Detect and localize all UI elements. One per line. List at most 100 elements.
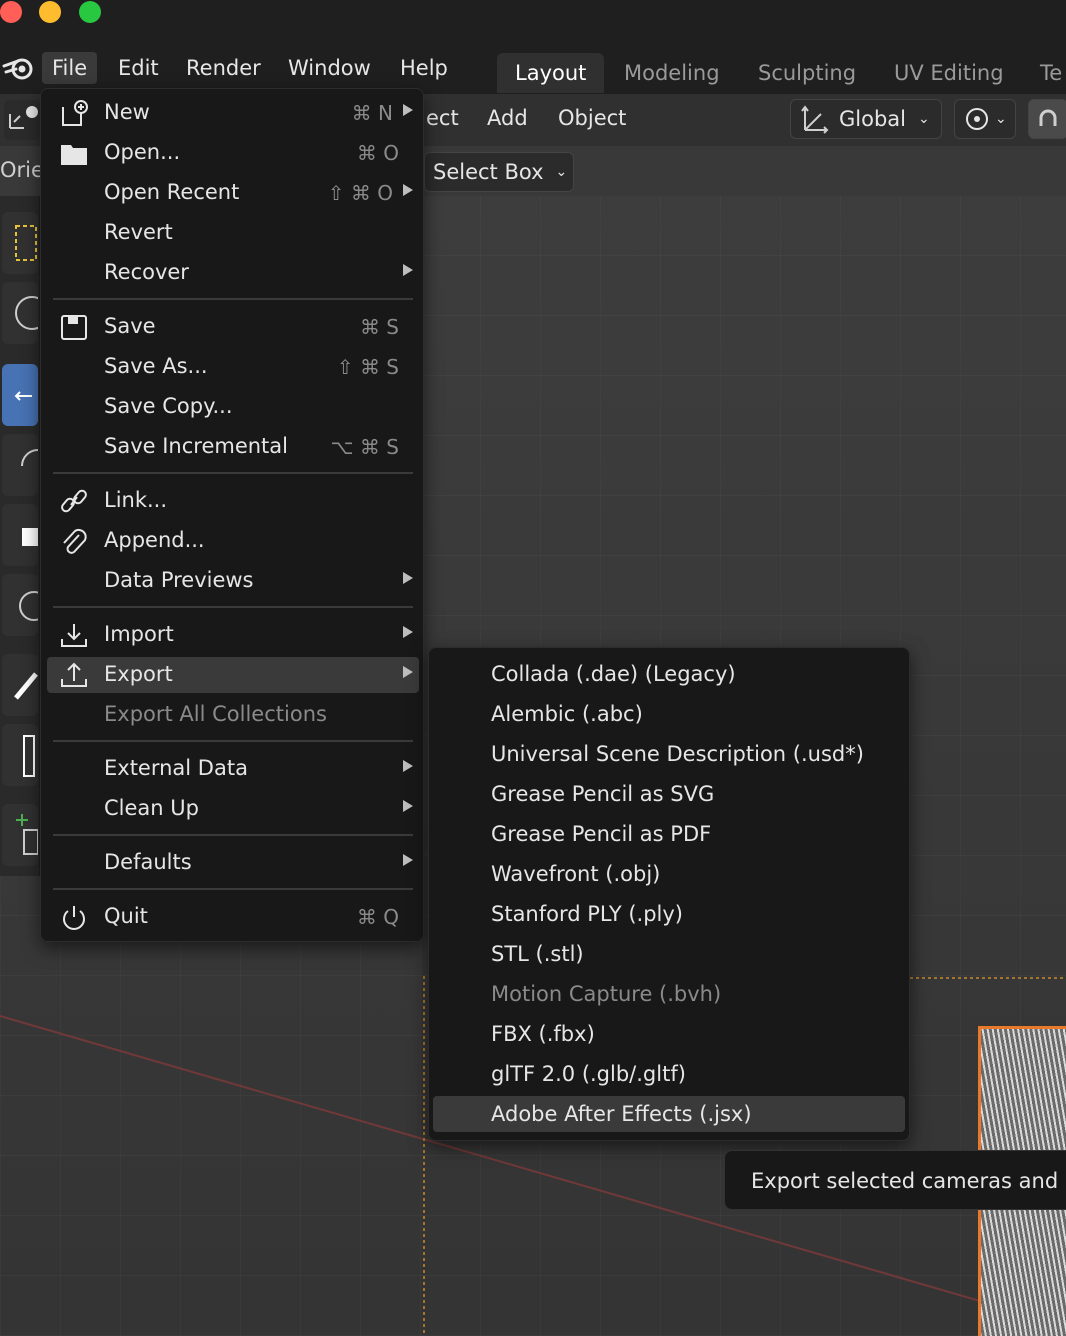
ruler-icon	[23, 735, 35, 777]
menu-file[interactable]: File	[42, 52, 98, 84]
menu-item-revert[interactable]: Revert	[47, 215, 419, 251]
menu-window[interactable]: Window	[278, 52, 381, 84]
menu-item-new[interactable]: New ⌘ N	[47, 95, 419, 131]
transform-orientation-label: Global	[839, 107, 906, 131]
menu-item-save-copy[interactable]: Save Copy...	[47, 389, 419, 425]
export-item-fbx[interactable]: FBX (.fbx)	[433, 1016, 905, 1052]
tab-uv-editing[interactable]: UV Editing	[876, 53, 1022, 93]
menu-separator	[53, 472, 413, 474]
menu-item-label: Link...	[104, 488, 168, 512]
export-item-label: FBX (.fbx)	[491, 1022, 595, 1046]
menu-help[interactable]: Help	[390, 52, 458, 84]
header-object-menu[interactable]: Object	[558, 106, 626, 130]
tab-modeling[interactable]: Modeling	[606, 53, 738, 93]
pivot-point-dropdown[interactable]: ⌄	[954, 99, 1016, 139]
tab-layout[interactable]: Layout	[497, 53, 605, 93]
scale-icon	[22, 528, 38, 546]
menu-item-recover[interactable]: Recover	[47, 255, 419, 291]
menu-item-data-previews[interactable]: Data Previews	[47, 563, 419, 599]
export-item-label: Stanford PLY (.ply)	[491, 902, 683, 926]
maximize-window-button[interactable]	[79, 1, 101, 23]
move-tool[interactable]	[2, 364, 38, 426]
export-item-usd[interactable]: Universal Scene Description (.usd*)	[433, 736, 905, 772]
export-item-grease-pencil-svg[interactable]: Grease Pencil as SVG	[433, 776, 905, 812]
export-item-label: Wavefront (.obj)	[491, 862, 661, 886]
new-file-icon	[62, 100, 88, 126]
menu-item-defaults[interactable]: Defaults	[47, 845, 419, 881]
select-mode-label: Select Box	[433, 160, 544, 184]
submenu-arrow-icon	[403, 854, 413, 866]
blender-logo-icon[interactable]	[2, 52, 36, 84]
menu-item-label: Revert	[104, 220, 173, 244]
menu-separator	[53, 740, 413, 742]
tool-shelf	[0, 196, 49, 876]
submenu-arrow-icon	[403, 572, 413, 584]
submenu-arrow-icon	[403, 264, 413, 276]
menu-item-label: Clean Up	[104, 796, 199, 820]
export-item-grease-pencil-pdf[interactable]: Grease Pencil as PDF	[433, 816, 905, 852]
minimize-window-button[interactable]	[39, 1, 61, 23]
menu-item-quit[interactable]: Quit ⌘ Q	[47, 899, 419, 935]
submenu-arrow-icon	[403, 666, 413, 678]
menu-item-external-data[interactable]: External Data	[47, 751, 419, 787]
export-item-gltf[interactable]: glTF 2.0 (.glb/.gltf)	[433, 1056, 905, 1092]
export-item-wavefront[interactable]: Wavefront (.obj)	[433, 856, 905, 892]
menu-item-label: New	[104, 100, 150, 124]
scale-tool[interactable]	[2, 504, 38, 566]
menu-item-export[interactable]: Export	[47, 657, 419, 693]
export-item-collada[interactable]: Collada (.dae) (Legacy)	[433, 656, 905, 692]
paperclip-icon	[63, 528, 87, 554]
menu-item-export-all-collections[interactable]: Export All Collections	[47, 697, 419, 733]
menu-item-open-recent[interactable]: Open Recent ⇧ ⌘ O	[47, 175, 419, 211]
menu-item-shortcut: ⇧ ⌘ O	[327, 181, 393, 205]
menu-separator	[53, 606, 413, 608]
menu-item-save[interactable]: Save ⌘ S	[47, 309, 419, 345]
rotate-icon	[21, 449, 39, 467]
header-add-menu[interactable]: Add	[487, 106, 528, 130]
export-item-stanford-ply[interactable]: Stanford PLY (.ply)	[433, 896, 905, 932]
pivot-point-icon	[961, 104, 995, 134]
menu-item-import[interactable]: Import	[47, 617, 419, 653]
menu-edit[interactable]: Edit	[108, 52, 169, 84]
export-item-motion-capture[interactable]: Motion Capture (.bvh)	[433, 976, 905, 1012]
menu-item-label: Import	[104, 622, 174, 646]
menu-item-link[interactable]: Link...	[47, 483, 419, 519]
editor-type-icon[interactable]	[4, 100, 40, 140]
measure-tool[interactable]	[2, 724, 38, 786]
menu-item-label: Data Previews	[104, 568, 254, 592]
orientation-label: Orie	[0, 158, 44, 182]
submenu-arrow-icon	[403, 184, 413, 196]
export-item-after-effects[interactable]: Adobe After Effects (.jsx)	[433, 1096, 905, 1132]
menu-item-open[interactable]: Open... ⌘ O	[47, 135, 419, 171]
menu-item-clean-up[interactable]: Clean Up	[47, 791, 419, 827]
select-box-tool[interactable]	[2, 212, 38, 274]
menu-render[interactable]: Render	[176, 52, 271, 84]
cursor-icon	[15, 296, 49, 330]
header-select-menu[interactable]: ect	[426, 106, 459, 130]
menu-item-shortcut: ⌘ Q	[356, 905, 399, 929]
rotate-tool[interactable]	[2, 434, 39, 496]
menu-item-label: Defaults	[104, 850, 192, 874]
menu-item-label: Save	[104, 314, 156, 338]
menu-item-shortcut: ⇧ ⌘ S	[336, 355, 399, 379]
export-item-label: Collada (.dae) (Legacy)	[491, 662, 736, 686]
tab-sculpting[interactable]: Sculpting	[740, 53, 874, 93]
cursor-tool[interactable]	[2, 282, 49, 344]
save-icon	[61, 315, 87, 340]
snap-toggle[interactable]	[1028, 99, 1066, 139]
import-icon	[61, 624, 87, 647]
menu-item-save-incremental[interactable]: Save Incremental ⌥ ⌘ S	[47, 429, 419, 465]
annotate-tool[interactable]	[2, 654, 38, 716]
menu-item-label: Recover	[104, 260, 189, 284]
menu-item-save-as[interactable]: Save As... ⇧ ⌘ S	[47, 349, 419, 385]
export-item-stl[interactable]: STL (.stl)	[433, 936, 905, 972]
chevron-down-icon: ⌄	[995, 111, 1007, 127]
transform-tool[interactable]	[2, 574, 49, 636]
tab-texture-paint[interactable]: Te	[1022, 53, 1066, 93]
transform-orientation-dropdown[interactable]: Global ⌄	[790, 99, 942, 139]
export-item-alembic[interactable]: Alembic (.abc)	[433, 696, 905, 732]
select-mode-dropdown[interactable]: Select Box ⌄	[424, 152, 574, 192]
add-cube-tool[interactable]	[2, 804, 39, 866]
close-window-button[interactable]	[0, 1, 22, 23]
menu-item-append[interactable]: Append...	[47, 523, 419, 559]
